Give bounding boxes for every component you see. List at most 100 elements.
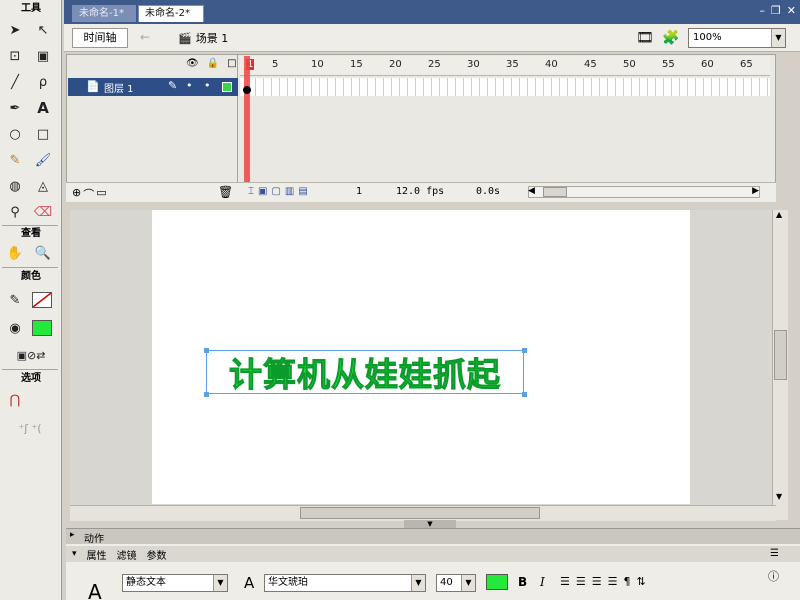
fill-color-swatch[interactable] <box>32 320 52 336</box>
selection-handle[interactable] <box>522 392 527 397</box>
italic-button[interactable]: I <box>540 575 545 589</box>
hand-tool-icon[interactable]: ✋ <box>4 243 26 263</box>
onion-outline-icon[interactable]: ▢ <box>271 186 280 197</box>
add-folder-icon[interactable]: ▭ <box>96 186 106 202</box>
paragraph-icon[interactable]: ¶ <box>624 575 631 588</box>
tools-divider <box>2 267 58 268</box>
subselection-tool-icon[interactable]: ↖ <box>32 20 54 40</box>
selection-tool-icon[interactable]: ➤ <box>4 20 26 40</box>
scroll-up-icon[interactable]: ▲ <box>776 210 782 219</box>
scroll-left-icon[interactable]: ◀ <box>528 186 535 196</box>
fill-color-icon[interactable]: ◉ <box>4 318 26 338</box>
frame-number: 25 <box>428 59 441 70</box>
elapsed-time: 0.0s <box>476 186 501 197</box>
stage-vscroll[interactable]: ▲ ▼ <box>772 210 788 520</box>
frame-number: 65 <box>740 59 753 70</box>
outline-color-icon[interactable] <box>222 82 232 92</box>
add-layer-icon[interactable]: ⊕ <box>72 186 81 202</box>
restore-icon[interactable]: ❐ <box>771 4 781 20</box>
scene-breadcrumb[interactable]: 🎬 场景 1 <box>178 30 228 46</box>
close-icon[interactable]: ✕ <box>787 4 796 20</box>
layer-buttons: ⊕ ⌒ ▭ <box>72 186 107 202</box>
eyedropper-tool-icon[interactable]: ⚲ <box>4 202 26 222</box>
fill-transform-tool-icon[interactable]: ▣ <box>32 46 54 66</box>
lock-icon[interactable]: 🔒 <box>207 58 219 69</box>
scroll-thumb[interactable] <box>774 330 787 380</box>
scroll-down-icon[interactable]: ▼ <box>776 492 782 501</box>
font-size-field[interactable]: 40 ▼ <box>436 574 476 592</box>
stroke-color-swatch[interactable] <box>32 292 52 308</box>
edit-multiple-icon[interactable]: ▥ <box>285 186 294 197</box>
keyframe-dot <box>243 86 251 94</box>
timeline-toggle-button[interactable]: 时间轴 <box>72 28 128 48</box>
delete-layer-icon[interactable]: 🗑 <box>218 185 233 199</box>
panel-collapse-icon[interactable]: ▼ <box>404 520 456 528</box>
ink-bottle-tool-icon[interactable]: ◍ <box>4 176 26 196</box>
color-swap-icons[interactable]: ▣⊘⇄ <box>4 345 58 365</box>
text-field[interactable]: 计算机从娃娃抓起 <box>206 350 524 395</box>
text-type-value: 静态文本 <box>126 577 166 588</box>
timeline-hscroll[interactable]: ◀ ▶ <box>528 186 760 198</box>
oval-tool-icon[interactable]: ○ <box>4 124 26 144</box>
actions-panel-header[interactable]: ▸ 动作 <box>66 528 800 545</box>
align-left-icon[interactable]: ☰ <box>560 575 570 588</box>
outline-icon[interactable]: □ <box>227 58 236 69</box>
edit-scene-icon[interactable]: 🎞 <box>636 30 654 46</box>
eraser-tool-icon[interactable]: ⌫ <box>32 202 54 222</box>
text-color-swatch[interactable] <box>486 574 508 590</box>
paint-bucket-tool-icon[interactable]: ◬ <box>32 176 54 196</box>
text-direction-icon[interactable]: ⇅ <box>637 575 646 588</box>
chevron-down-icon: ▼ <box>411 575 425 591</box>
frame-rate[interactable]: 12.0 fps <box>396 186 444 197</box>
edit-symbols-icon[interactable]: 🧩 <box>662 30 679 46</box>
onion-markers-icon[interactable]: ▤ <box>298 186 307 197</box>
tab-document-1[interactable]: 未命名-1* <box>72 5 136 22</box>
center-frame-icon[interactable]: ⌶ <box>248 186 254 197</box>
snap-magnet-icon[interactable]: ⋂ <box>4 390 26 410</box>
selection-handle[interactable] <box>204 392 209 397</box>
scroll-thumb[interactable] <box>300 507 540 519</box>
zoom-tool-icon[interactable]: 🔍 <box>32 243 54 263</box>
pen-tool-icon[interactable]: ✒ <box>4 98 26 118</box>
visibility-dot-icon[interactable]: • <box>186 79 193 92</box>
lasso-tool-icon[interactable]: ρ <box>32 72 54 92</box>
text-type-select[interactable]: 静态文本 ▼ <box>122 574 228 592</box>
selection-handle[interactable] <box>204 348 209 353</box>
selection-handle[interactable] <box>522 348 527 353</box>
brush-tool-icon[interactable]: 🖌 <box>32 150 54 170</box>
scroll-thumb[interactable] <box>543 187 567 197</box>
free-transform-tool-icon[interactable]: ⊡ <box>4 46 26 66</box>
line-tool-icon[interactable]: ╱ <box>4 72 26 92</box>
add-guide-icon[interactable]: ⌒ <box>83 186 94 202</box>
rectangle-tool-icon[interactable]: □ <box>32 124 54 144</box>
minimize-icon[interactable]: – <box>759 4 765 20</box>
stage-hscroll[interactable] <box>70 505 776 521</box>
bold-button[interactable]: B <box>518 575 527 589</box>
panel-menu-icon[interactable]: ☰ <box>770 548 779 559</box>
tab-properties[interactable]: 属性 <box>87 547 107 562</box>
align-right-icon[interactable]: ☰ <box>592 575 602 588</box>
font-family-select[interactable]: 华文琥珀 ▼ <box>264 574 426 592</box>
scroll-right-icon[interactable]: ▶ <box>752 186 759 196</box>
frame-number: 45 <box>584 59 597 70</box>
tab-filters[interactable]: 滤镜 <box>117 547 137 562</box>
layer-row[interactable]: 📄 图层 1 ✎ • • <box>68 78 238 96</box>
zoom-select[interactable]: 100% ▼ <box>688 28 786 48</box>
align-justify-icon[interactable]: ☰ <box>608 575 618 588</box>
pencil-tool-icon[interactable]: ✎ <box>4 150 26 170</box>
align-center-icon[interactable]: ☰ <box>576 575 586 588</box>
text-tool-icon[interactable]: A <box>32 98 54 118</box>
collapse-arrow-icon[interactable]: ▾ <box>72 549 77 559</box>
frame-number: 50 <box>623 59 636 70</box>
font-size-value: 40 <box>440 577 453 588</box>
playhead[interactable] <box>244 56 250 196</box>
help-icon[interactable]: ⓘ <box>768 568 779 584</box>
tab-parameters[interactable]: 参数 <box>147 547 167 562</box>
tab-document-2[interactable]: 未命名-2* <box>138 5 204 22</box>
frame-row[interactable] <box>240 78 770 96</box>
eye-icon[interactable]: 👁 <box>186 58 199 69</box>
lock-dot-icon[interactable]: • <box>204 79 211 92</box>
onion-skin-icon[interactable]: ▣ <box>258 186 267 197</box>
stroke-color-icon[interactable]: ✎ <box>4 290 26 310</box>
layer-panel <box>66 54 238 202</box>
